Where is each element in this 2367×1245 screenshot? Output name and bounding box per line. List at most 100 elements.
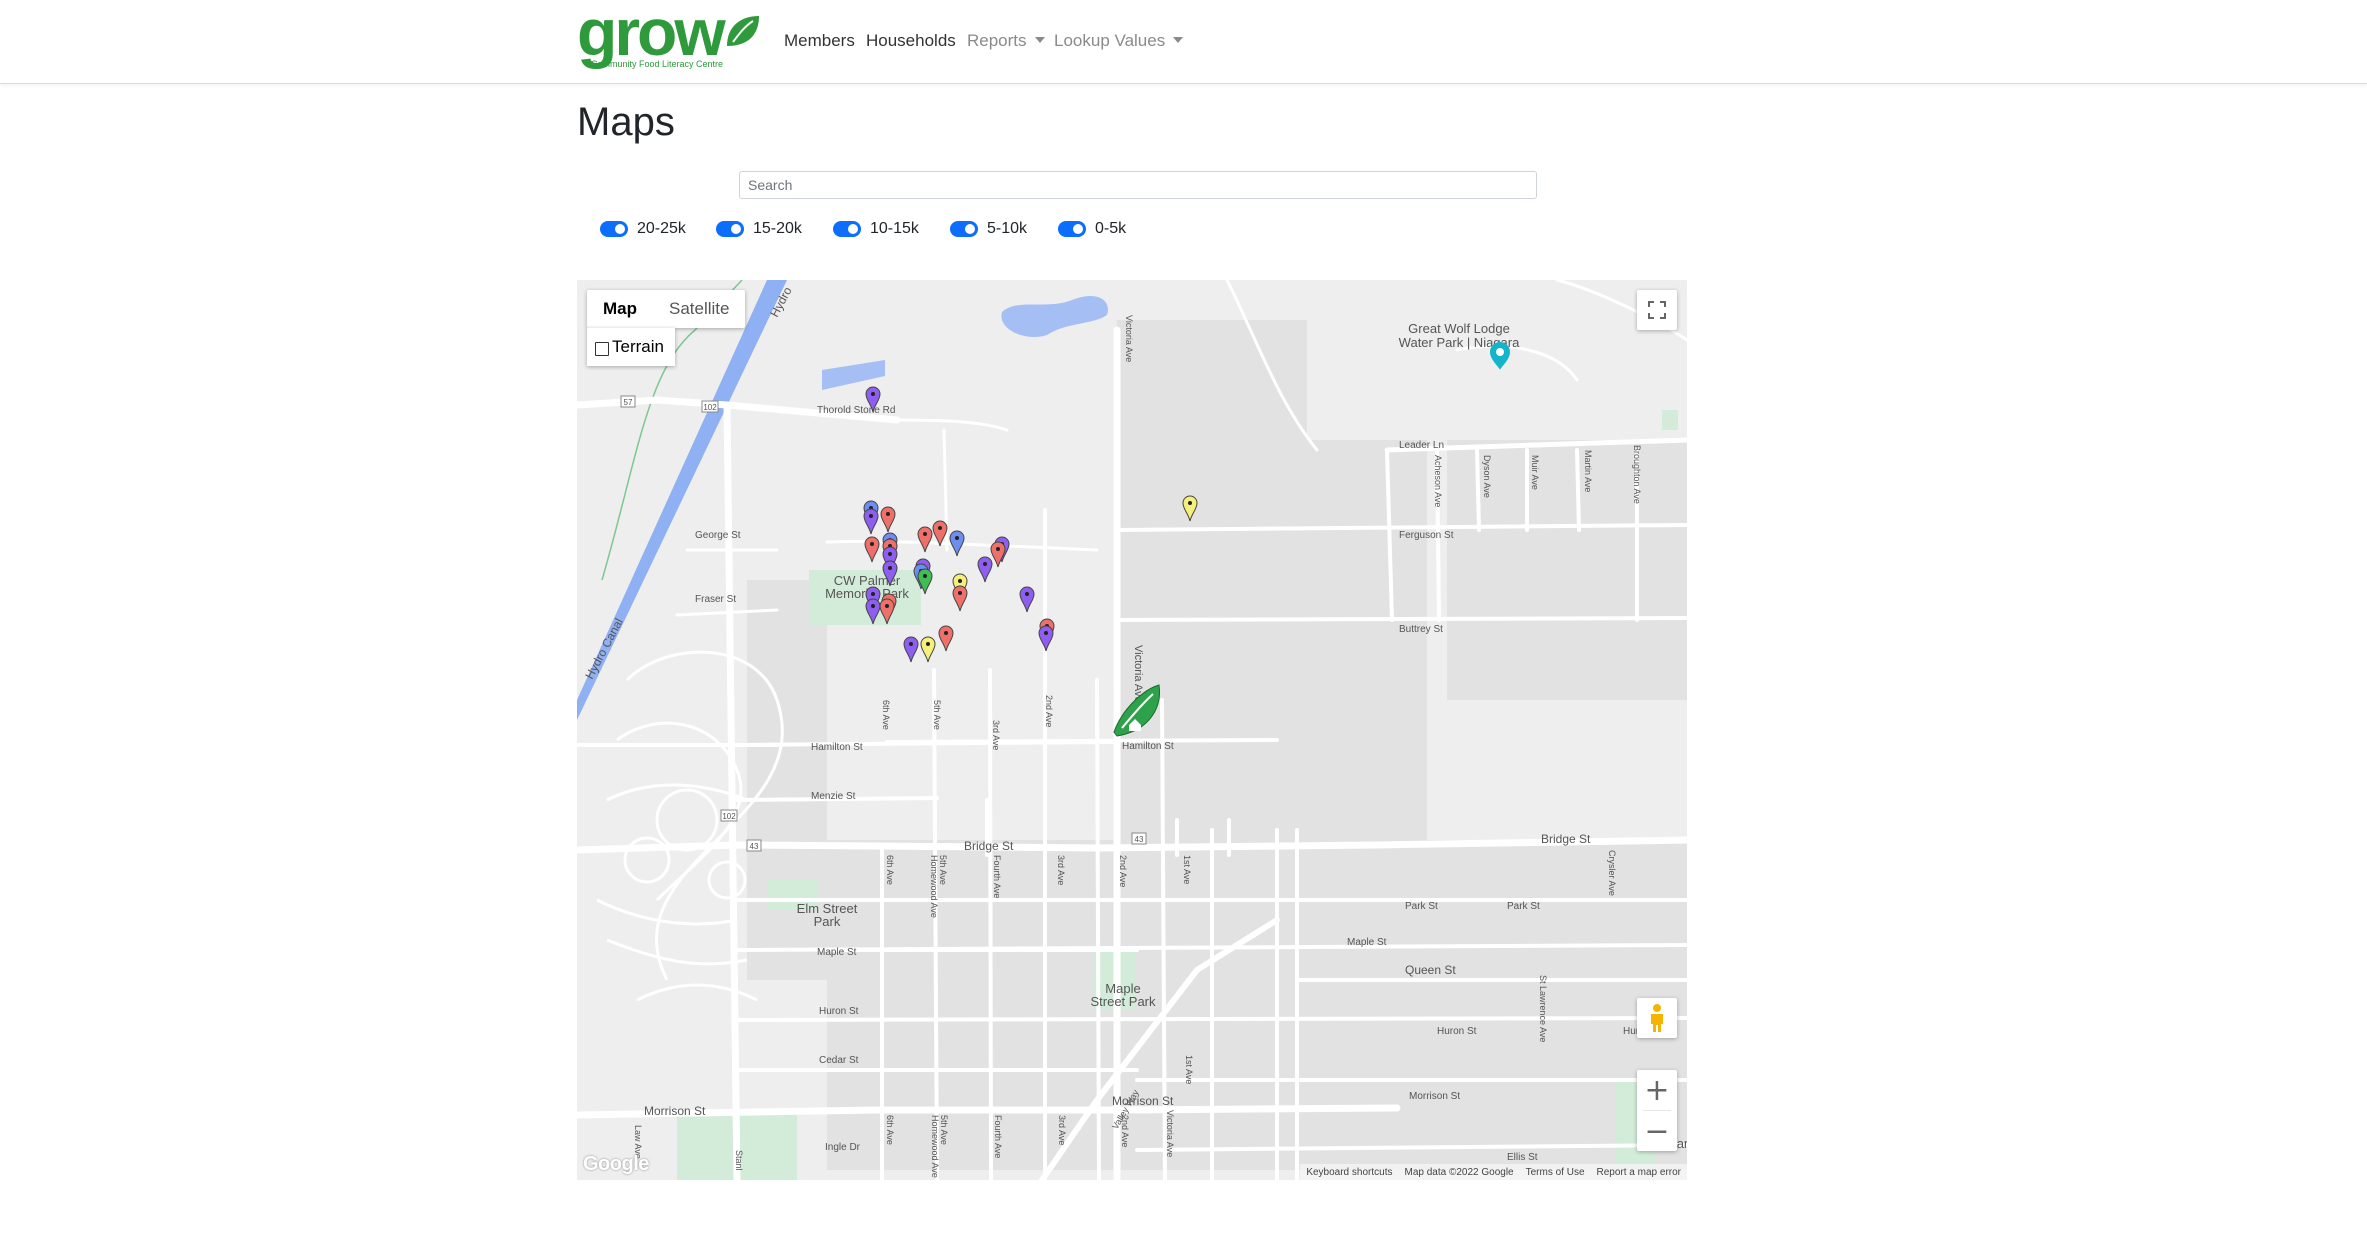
- street-view-pegman[interactable]: [1637, 998, 1677, 1038]
- svg-text:43: 43: [1135, 835, 1144, 844]
- map-attribution: Keyboard shortcuts Map data ©2022 Google…: [1300, 1164, 1687, 1180]
- grow-logo[interactable]: grow Community Food Literacy Centre: [577, 0, 762, 70]
- svg-text:57: 57: [624, 398, 633, 407]
- svg-text:Stanl: Stanl: [734, 1150, 744, 1171]
- svg-text:Homewood Ave: Homewood Ave: [929, 855, 939, 918]
- svg-text:1st Ave: 1st Ave: [1182, 855, 1192, 884]
- toggle-switch[interactable]: [1058, 221, 1086, 237]
- map-canvas[interactable]: 57 102 102 43 43 Thorold Stone Rd George…: [577, 280, 1687, 1180]
- svg-text:Huron St: Huron St: [1437, 1026, 1477, 1037]
- svg-text:2nd Ave: 2nd Ave: [1044, 695, 1054, 727]
- svg-text:George St: George St: [695, 530, 741, 541]
- nav-members[interactable]: Members: [784, 31, 855, 51]
- bridge-st-label-west: Bridge St: [964, 839, 1014, 853]
- filter-toggle-10-15k[interactable]: 10-15k: [833, 220, 919, 238]
- svg-text:Victoria Ave: Victoria Ave: [1124, 315, 1134, 362]
- svg-text:Hamilton St: Hamilton St: [811, 742, 863, 753]
- svg-text:Morrison St: Morrison St: [1409, 1091, 1460, 1102]
- nav-reports-label: Reports: [967, 31, 1027, 50]
- filter-label: 10-15k: [870, 220, 919, 237]
- svg-text:Muir Ave: Muir Ave: [1530, 455, 1540, 490]
- svg-text:Broughton Ave: Broughton Ave: [1632, 445, 1642, 504]
- toggle-switch[interactable]: [600, 221, 628, 237]
- svg-text:Homewood Ave: Homewood Ave: [930, 1115, 940, 1178]
- zoom-out-button[interactable]: −: [1637, 1111, 1677, 1151]
- zoom-control: + −: [1637, 1070, 1677, 1151]
- svg-text:Acheson Ave: Acheson Ave: [1433, 455, 1443, 507]
- toggle-switch[interactable]: [716, 221, 744, 237]
- nav-households[interactable]: Households: [866, 31, 956, 51]
- nav-lookup-label: Lookup Values: [1054, 31, 1166, 50]
- pegman-icon: [1651, 1004, 1663, 1032]
- filter-toggle-5-10k[interactable]: 5-10k: [950, 220, 1027, 238]
- checkbox-icon[interactable]: [595, 341, 609, 356]
- svg-text:Ingle Dr: Ingle Dr: [825, 1142, 861, 1153]
- terms-link[interactable]: Terms of Use: [1520, 1167, 1591, 1178]
- svg-text:Park: Park: [814, 914, 841, 929]
- svg-text:5th Ave: 5th Ave: [939, 1115, 949, 1145]
- svg-text:6th Ave: 6th Ave: [881, 700, 891, 730]
- terrain-label: Terrain: [612, 337, 664, 356]
- svg-text:Maple St: Maple St: [1347, 937, 1387, 948]
- svg-text:Leader Ln: Leader Ln: [1399, 440, 1444, 451]
- nav-lookup-dropdown[interactable]: Lookup Values: [1054, 31, 1184, 51]
- filter-label: 0-5k: [1095, 220, 1127, 237]
- svg-text:Menzie St: Menzie St: [811, 791, 856, 802]
- svg-text:5th Ave: 5th Ave: [938, 855, 948, 885]
- keyboard-shortcuts-link[interactable]: Keyboard shortcuts: [1300, 1167, 1398, 1178]
- svg-text:102: 102: [703, 403, 717, 412]
- svg-text:5th Ave: 5th Ave: [932, 700, 942, 730]
- svg-text:Fourth Ave: Fourth Ave: [993, 1115, 1003, 1158]
- fullscreen-icon: [1648, 301, 1666, 319]
- svg-text:Hamilton St: Hamilton St: [1122, 741, 1174, 752]
- svg-text:Crysler Ave: Crysler Ave: [1607, 850, 1617, 896]
- search-input[interactable]: [739, 171, 1537, 199]
- svg-text:43: 43: [750, 842, 759, 851]
- map-type-map-button[interactable]: Map: [587, 290, 653, 328]
- logo-tagline: Community Food Literacy Centre: [591, 59, 724, 69]
- svg-text:2nd Ave: 2nd Ave: [1120, 1115, 1130, 1147]
- map-data-text: Map data ©2022 Google: [1404, 1166, 1514, 1178]
- caret-down-icon: [1173, 37, 1184, 43]
- svg-text:Maple St: Maple St: [817, 947, 857, 958]
- svg-text:Queen St: Queen St: [1405, 963, 1456, 977]
- svg-text:Dyson Ave: Dyson Ave: [1482, 455, 1492, 498]
- svg-text:6th Ave: 6th Ave: [885, 855, 895, 885]
- google-map[interactable]: 57 102 102 43 43 Thorold Stone Rd George…: [577, 280, 1687, 1180]
- svg-text:Cedar St: Cedar St: [819, 1055, 859, 1066]
- svg-text:2nd Ave: 2nd Ave: [1118, 855, 1128, 887]
- terrain-checkbox[interactable]: Terrain: [587, 328, 675, 366]
- filter-toggle-20-25k[interactable]: 20-25k: [600, 220, 686, 238]
- filter-label: 15-20k: [753, 220, 802, 237]
- svg-text:Ellis St: Ellis St: [1507, 1152, 1538, 1163]
- svg-text:Street Park: Street Park: [1090, 994, 1156, 1009]
- leaf-icon: [727, 16, 759, 46]
- page-title: Maps: [577, 100, 675, 144]
- svg-text:Huron St: Huron St: [819, 1006, 859, 1017]
- filter-label: 20-25k: [637, 220, 686, 237]
- svg-text:3rd Ave: 3rd Ave: [991, 720, 1001, 750]
- svg-text:Park St: Park St: [1405, 901, 1438, 912]
- svg-text:102: 102: [722, 812, 736, 821]
- report-error-link[interactable]: Report a map error: [1591, 1167, 1687, 1178]
- svg-text:Thorold Stone Rd: Thorold Stone Rd: [817, 405, 895, 416]
- filter-toggle-15-20k[interactable]: 15-20k: [716, 220, 802, 238]
- toggle-switch[interactable]: [950, 221, 978, 237]
- svg-text:6th Ave: 6th Ave: [885, 1115, 895, 1145]
- nav-reports-dropdown[interactable]: Reports: [967, 31, 1045, 51]
- zoom-in-button[interactable]: +: [1637, 1070, 1677, 1110]
- filter-label: 5-10k: [987, 220, 1028, 237]
- navbar: grow Community Food Literacy Centre Memb…: [0, 0, 2367, 84]
- filter-toggle-0-5k[interactable]: 0-5k: [1058, 220, 1126, 238]
- svg-text:Bridge St: Bridge St: [1541, 832, 1591, 846]
- fullscreen-button[interactable]: [1637, 290, 1677, 330]
- map-type-satellite-button[interactable]: Satellite: [653, 290, 745, 328]
- svg-text:Great Wolf Lodge: Great Wolf Lodge: [1408, 321, 1510, 336]
- svg-text:Victoria Ave: Victoria Ave: [1165, 1110, 1175, 1157]
- svg-text:Martin Ave: Martin Ave: [1583, 450, 1593, 492]
- svg-text:3rd Ave: 3rd Ave: [1057, 1115, 1067, 1145]
- svg-text:Buttrey St: Buttrey St: [1399, 624, 1443, 635]
- toggle-switch[interactable]: [833, 221, 861, 237]
- svg-text:St Lawrence Ave: St Lawrence Ave: [1538, 975, 1548, 1042]
- svg-text:Park St: Park St: [1507, 901, 1540, 912]
